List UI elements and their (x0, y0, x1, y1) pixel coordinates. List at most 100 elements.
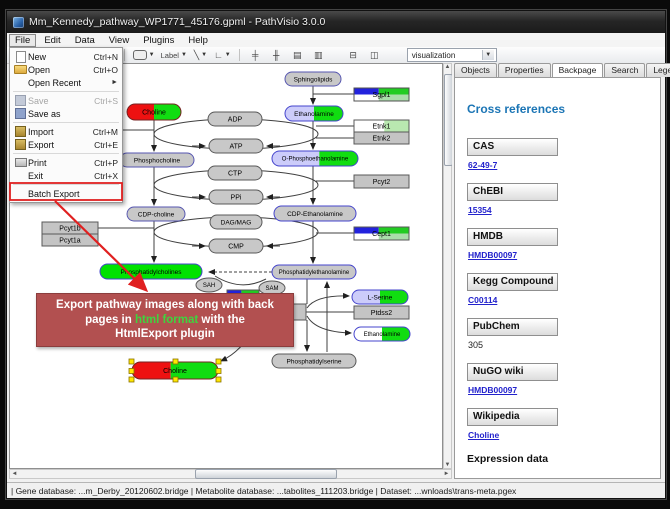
pathway-node-pcyt2[interactable]: Pcyt2 (354, 175, 409, 188)
xref-link[interactable]: C00114 (468, 295, 660, 305)
toolbar-separator (124, 49, 125, 61)
distribute-rows-button[interactable]: ▤ (287, 48, 308, 63)
menubar-item-view[interactable]: View (103, 34, 135, 47)
label-tool-dropdown[interactable]: Label ▼ (158, 48, 190, 63)
pathway-node-label: O-Phosphoethanolamine (282, 157, 349, 163)
pathway-node-ethanolamine-top[interactable]: Ethanolamine (285, 106, 343, 121)
selection-handle[interactable] (216, 359, 221, 364)
file-menu-item-save-as[interactable]: Save as (10, 107, 122, 120)
pathway-node-pcyt1a[interactable]: Pcyt1a (42, 234, 98, 246)
file-menu-item-batch-export[interactable]: Batch Export (10, 187, 122, 200)
xref-link[interactable]: Choline (468, 430, 660, 440)
pathway-node-cmp[interactable]: CMP (209, 239, 263, 253)
backpage-panel[interactable]: Cross references CAS62-49-7ChEBI15354HMD… (454, 77, 661, 479)
canvas-vertical-scrollbar[interactable]: ▲ ▼ (443, 63, 452, 469)
pathway-node-ethanolamine-bottom[interactable]: Ethanolamine (354, 327, 410, 341)
scroll-left-icon[interactable]: ◄ (10, 471, 19, 477)
scroll-down-icon[interactable]: ▼ (444, 462, 451, 468)
file-menu-item-open[interactable]: OpenCtrl+O (10, 63, 122, 76)
selection-handle[interactable] (173, 377, 178, 382)
pathway-node-phosphatidylserine[interactable]: Phosphatidylserine (272, 354, 356, 368)
pathway-node-phosphatidylcholines[interactable]: Phosphatidylcholines (100, 264, 202, 279)
pathway-node-phosphatidylethanolamine[interactable]: Phosphatidylethanolamine (272, 265, 356, 279)
tab-search[interactable]: Search (604, 63, 645, 77)
pathway-node-label: Ethanolamine (364, 332, 401, 338)
pathway-node-phosphocholine[interactable]: Phosphocholine (120, 153, 194, 167)
pathway-node-sphingolipids[interactable]: Sphingolipids (285, 72, 341, 86)
menubar-item-edit[interactable]: Edit (38, 34, 66, 47)
xref-link[interactable]: HMDB00097 (468, 250, 660, 260)
chevron-down-icon[interactable]: ▼ (482, 50, 494, 60)
pathway-node-label: Phosphatidylcholines (120, 269, 182, 276)
file-menu-item-save[interactable]: SaveCtrl+S (10, 94, 122, 107)
menubar-item-data[interactable]: Data (69, 34, 101, 47)
horizontal-scroll-thumb[interactable] (195, 469, 337, 479)
tab-legend[interactable]: Legend (646, 63, 670, 77)
pathway-node-etnk2[interactable]: Etnk2 (354, 132, 409, 144)
pathway-node-cept1[interactable]: Cept1 (354, 227, 409, 240)
file-menu-item-exit[interactable]: ExitCtrl+X (10, 169, 122, 182)
stack-button[interactable]: ⊟ (343, 48, 364, 63)
line-tool-dropdown[interactable]: ╲ ▼ (190, 48, 211, 63)
scale-button[interactable]: ◫ (364, 48, 385, 63)
align-center-horizontal-button[interactable]: ╪ (245, 48, 266, 63)
menu-separator (13, 91, 119, 92)
pathway-node-etnk1[interactable]: Etnk1 (354, 120, 409, 132)
selection-handle[interactable] (129, 369, 134, 374)
pathway-node-sgpl1[interactable]: Sgpl1 (354, 88, 409, 101)
selection-handle[interactable] (129, 359, 134, 364)
pathway-node-o-phosphoethanolamine[interactable]: O-Phosphoethanolamine (272, 151, 358, 166)
file-menu-item-new[interactable]: NewCtrl+N (10, 50, 122, 63)
pathway-node-label: Pcyt1a (59, 238, 81, 245)
pathway-node-ppi[interactable]: PPi (209, 190, 263, 204)
tab-properties[interactable]: Properties (498, 63, 551, 77)
pathway-edge (307, 296, 349, 308)
file-menu-item-import[interactable]: ImportCtrl+M (10, 125, 122, 138)
tab-backpage[interactable]: Backpage (552, 63, 604, 77)
print-icon (15, 158, 27, 167)
selection-handle[interactable] (129, 377, 134, 382)
selection-handle[interactable] (216, 377, 221, 382)
visualization-combobox[interactable]: visualization ▼ (407, 48, 497, 62)
pathway-node-dag-mag[interactable]: DAG/MAG (210, 215, 262, 229)
pathway-node-ctp[interactable]: CTP (208, 166, 262, 180)
pathway-node-adp[interactable]: ADP (208, 112, 262, 126)
pathway-node-ptdss2[interactable]: Ptdss2 (354, 306, 409, 319)
tab-objects[interactable]: Objects (454, 63, 497, 77)
pathway-node-pcyt1b[interactable]: Pcyt1b (42, 222, 98, 234)
pathway-node-choline-top[interactable]: Choline (127, 104, 181, 120)
menubar-item-plugins[interactable]: Plugins (137, 34, 180, 47)
distribute-columns-icon: ▥ (314, 50, 323, 61)
pathway-node-cdp-ethanolamine[interactable]: CDP-Ethanolamine (274, 206, 356, 221)
new-page-icon (16, 51, 26, 63)
file-menu-item-print[interactable]: PrintCtrl+P (10, 156, 122, 169)
menubar-item-file[interactable]: File (9, 34, 36, 47)
distribute-columns-button[interactable]: ▥ (308, 48, 329, 63)
pathway-node-label: Pcyt2 (373, 179, 391, 186)
pathway-node-atp[interactable]: ATP (209, 139, 263, 153)
expression-data-heading: Expression data (467, 453, 660, 465)
pathway-node-sah[interactable]: SAH (196, 278, 222, 292)
selection-handle[interactable] (173, 359, 178, 364)
pathway-node-cdp-choline[interactable]: CDP-choline (127, 207, 185, 221)
datanode-type-dropdown[interactable]: ▼ (130, 48, 158, 63)
pathway-node-l-serine[interactable]: L-Serine (352, 290, 408, 304)
xref-link[interactable]: 15354 (468, 205, 660, 215)
side-panel: ObjectsPropertiesBackpageSearchLegend Cr… (452, 63, 663, 481)
stack-icon: ⊟ (349, 50, 357, 61)
canvas-horizontal-scrollbar[interactable]: ◄ ► (9, 469, 452, 479)
selection-handle[interactable] (216, 369, 221, 374)
open-folder-icon (14, 65, 27, 74)
scroll-right-icon[interactable]: ► (442, 471, 451, 477)
connector-tool-dropdown[interactable]: ∟ ▼ (211, 48, 234, 63)
scroll-up-icon[interactable]: ▲ (444, 64, 451, 70)
xref-link[interactable]: 62-49-7 (468, 160, 660, 170)
file-menu-item-export[interactable]: ExportCtrl+E (10, 138, 122, 151)
title-bar[interactable]: Mm_Kennedy_pathway_WP1771_45176.gpml - P… (7, 11, 665, 34)
file-menu-item-open-recent[interactable]: Open Recent► (10, 76, 122, 89)
pathway-node-anchor-box[interactable] (292, 304, 306, 320)
pathway-node-choline-selected[interactable]: Choline (129, 359, 221, 382)
align-center-vertical-button[interactable]: ╫ (266, 48, 287, 63)
menubar-item-help[interactable]: Help (182, 34, 214, 47)
xref-link[interactable]: HMDB00097 (468, 385, 660, 395)
